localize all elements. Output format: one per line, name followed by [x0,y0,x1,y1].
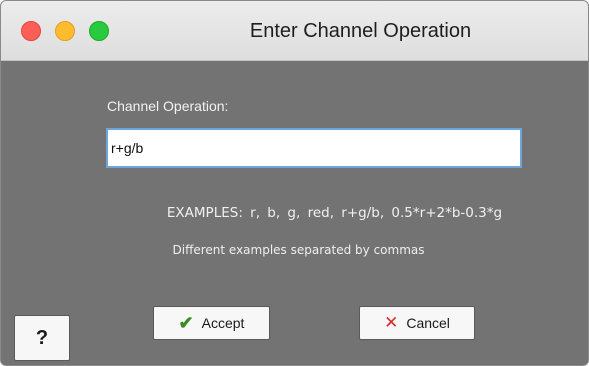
title-bar[interactable]: Enter Channel Operation [1,1,588,61]
dialog-window: Enter Channel Operation Channel Operatio… [0,0,589,366]
cancel-button-label: Cancel [406,315,450,331]
accept-button-label: Accept [201,315,245,331]
close-icon[interactable] [21,21,41,41]
channel-operation-input[interactable] [106,128,522,168]
maximize-icon[interactable] [89,21,109,41]
minimize-icon[interactable] [55,21,75,41]
x-icon: ✕ [384,313,399,332]
cancel-button[interactable]: ✕ Cancel [359,306,475,340]
channel-operation-label: Channel Operation: [107,98,229,114]
examples-text: EXAMPLES: r, b, g, red, r+g/b, 0.5*r+2*b… [166,205,503,221]
check-icon: ✔ [178,312,194,333]
window-title: Enter Channel Operation [249,20,472,42]
help-button[interactable]: ? [14,315,70,361]
examples-hint: Different examples separated by commas [172,243,425,257]
accept-button[interactable]: ✔ Accept [153,306,270,340]
